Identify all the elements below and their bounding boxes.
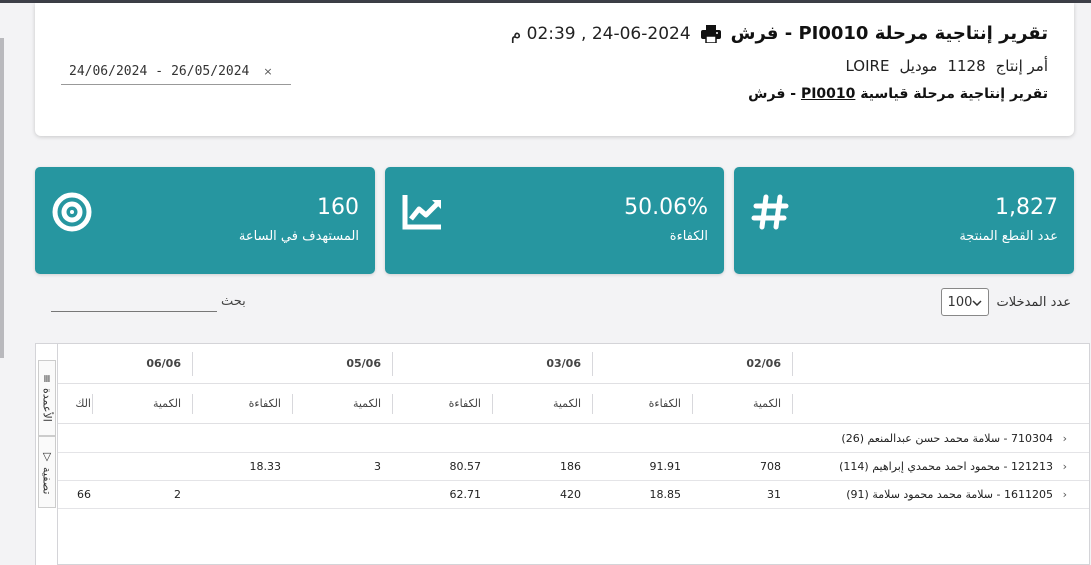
divider [592,352,593,376]
filter-tab[interactable]: ▽ تصفية [38,436,56,508]
entries-select[interactable]: 100 [940,288,989,316]
divider [292,394,293,414]
cell-qty: 186 [560,460,581,473]
page-title: تقرير إنتاجية مرحلة PI0010 - فرش [730,23,1048,44]
target-icon [51,191,93,233]
cell-qty: 420 [560,488,581,501]
col-header-qty[interactable]: الكمية [293,384,393,423]
cell-qty: 3 [374,460,381,473]
entries-control: عدد المدخلات 100 [940,288,1071,316]
stage-link[interactable]: PI0010 [801,86,855,102]
col-header-eff[interactable]: الكفاءة [193,384,293,423]
cell-eff: 80.57 [449,460,482,473]
employee-name: 1611205 - سلامة محمد محمود سلامة (91) [846,488,1053,501]
divider [92,394,93,414]
divider [592,394,593,414]
subtitle-suffix: - فرش [748,86,801,102]
search-input[interactable] [51,292,217,312]
cell-qty: 2 [174,488,181,501]
stat-value: 160 [317,195,359,220]
productivity-grid: ≡ الأعمدة ▽ تصفية 02/06 03/06 05/06 06/0… [35,343,1090,565]
col-header-cut[interactable]: الك [56,384,93,423]
model-label: موديل [899,57,938,75]
divider [792,352,793,376]
grid-column-header: الكمية الكفاءة الكمية الكفاءة الكمية الك… [58,384,1089,424]
order-info: أمر إنتاج 1128 موديل LOIRE [845,57,1048,75]
divider [192,394,193,414]
report-datetime: 24-06-2024 , 02:39 م [510,23,691,44]
cell-cut: 66 [77,488,91,501]
order-number: 1128 [947,57,986,75]
entries-value: 100 [947,294,973,310]
grid-date-header: 02/06 03/06 05/06 06/06 [58,344,1089,384]
chevron-right-icon[interactable]: › [1063,488,1067,501]
grid-side-panel: ≡ الأعمدة ▽ تصفية [36,344,58,565]
date-header-06-06[interactable]: 06/06 [56,344,193,383]
table-row[interactable]: › 710304 - سلامة محمد حسن عبدالمنعم (26) [58,425,1089,453]
cell-eff: 18.85 [649,488,682,501]
entries-label: عدد المدخلات [996,294,1071,310]
stat-label: الكفاءة [669,229,708,244]
order-label: أمر إنتاج [995,57,1048,75]
date-end: 24/06/2024 [69,64,148,79]
stat-card-efficiency: 50.06% الكفاءة [385,167,724,274]
search-control: بحث [51,292,246,312]
print-icon[interactable] [700,24,721,44]
date-start: 26/05/2024 [171,64,250,79]
cell-qty: 31 [767,488,781,501]
hash-icon [750,191,792,233]
employee-name: 710304 - سلامة محمد حسن عبدالمنعم (26) [841,432,1053,445]
cell-eff: 91.91 [649,460,682,473]
scrollbar[interactable] [0,38,4,358]
table-row[interactable]: › 1611205 - سلامة محمد محمود سلامة (91) … [58,481,1089,509]
cell-eff: 18.33 [249,460,282,473]
table-row[interactable]: › 121213 - محمود احمد محمدي إبراهيم (114… [58,453,1089,481]
divider [192,352,193,376]
model-name: LOIRE [845,57,890,75]
search-label: بحث [221,294,246,309]
divider [492,394,493,414]
report-header-card: تقرير إنتاجية مرحلة PI0010 - فرش 24-06-2… [35,3,1074,136]
date-header-05-06[interactable]: 05/06 [193,344,393,383]
col-header-eff[interactable]: الكفاءة [393,384,493,423]
col-header-qty[interactable]: الكمية [493,384,593,423]
chevron-right-icon[interactable]: › [1063,460,1067,473]
subtitle-prefix: تقرير إنتاجية مرحلة قياسية [860,86,1048,102]
stat-label: المستهدف في الساعة [238,229,359,244]
chart-line-icon [401,191,443,233]
report-subtitle: تقرير إنتاجية مرحلة قياسية PI0010 - فرش [748,86,1048,102]
report-title-line: تقرير إنتاجية مرحلة PI0010 - فرش 24-06-2… [511,23,1048,44]
stat-card-pieces: 1,827 عدد القطع المنتجة [734,167,1074,274]
divider [392,352,393,376]
stat-label: عدد القطع المنتجة [959,229,1058,244]
col-header-qty[interactable]: الكمية [93,384,193,423]
cell-qty [293,481,393,508]
employee-name: 121213 - محمود احمد محمدي إبراهيم (114) [839,460,1053,473]
cell-eff: 62.71 [449,488,482,501]
stat-value: 50.06% [624,195,708,220]
cell-qty [93,453,193,480]
chevron-down-icon [972,295,982,310]
chevron-right-icon[interactable]: › [1063,432,1067,445]
date-range-input[interactable]: 24/06/2024 - 26/05/2024 × [61,59,291,85]
date-header-02-06[interactable]: 02/06 [593,344,793,383]
date-header-03-06[interactable]: 03/06 [393,344,593,383]
columns-tab-label: الأعمدة [40,387,54,422]
clear-date-icon[interactable]: × [263,65,272,78]
divider [692,394,693,414]
date-separator: - [155,64,164,79]
col-header-qty[interactable]: الكمية [693,384,793,423]
stat-value: 1,827 [995,195,1058,220]
divider [392,394,393,414]
col-header-eff[interactable]: الكفاءة [593,384,693,423]
filter-icon: ▽ [40,449,54,463]
columns-icon: ≡ [40,374,54,384]
columns-tab[interactable]: ≡ الأعمدة [38,360,56,436]
stat-card-target: 160 المستهدف في الساعة [35,167,375,274]
cell-qty: 708 [760,460,781,473]
filter-tab-label: تصفية [40,466,54,495]
divider [792,394,793,414]
cell-eff [193,481,293,508]
